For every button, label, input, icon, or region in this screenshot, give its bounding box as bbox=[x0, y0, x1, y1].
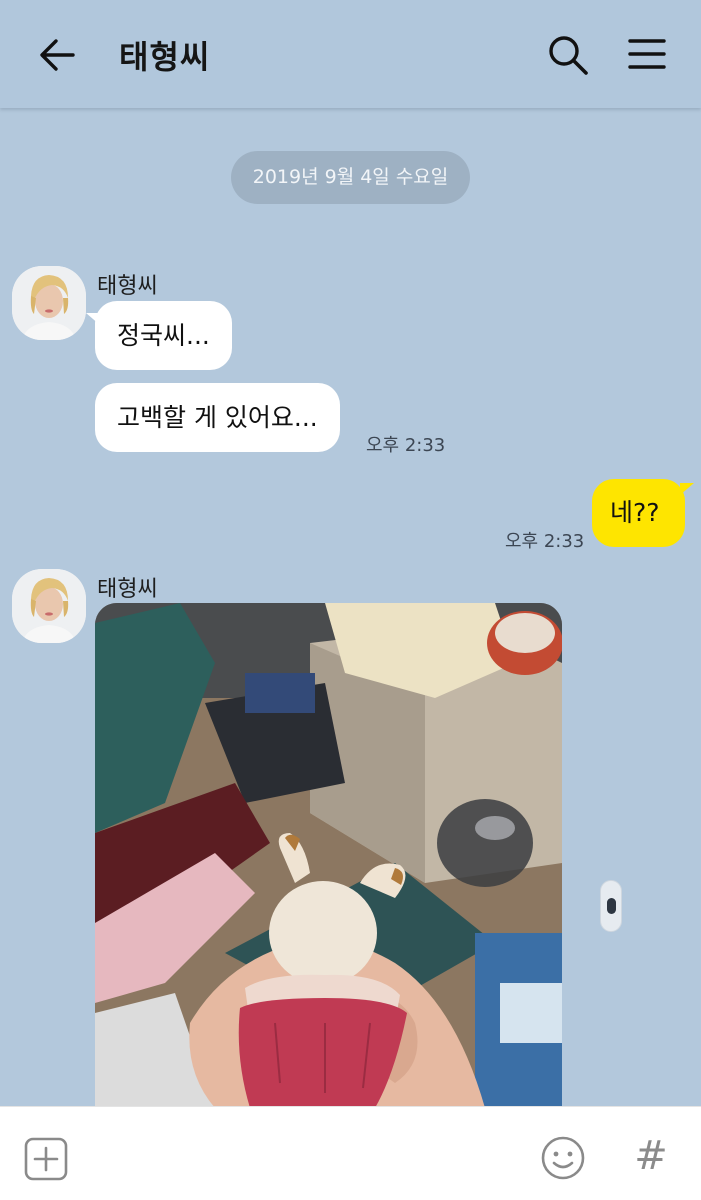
message-time: 오후 2:33 bbox=[505, 531, 585, 552]
arrow-left-icon bbox=[40, 39, 75, 71]
plus-square-icon bbox=[24, 1137, 68, 1181]
avatar[interactable] bbox=[12, 569, 86, 643]
menu-button[interactable] bbox=[622, 30, 672, 80]
chat-title: 태형씨 bbox=[119, 38, 211, 76]
profile-photo bbox=[12, 266, 86, 340]
message-bubble[interactable]: 정국씨... bbox=[86, 301, 232, 370]
hashtag-button[interactable]: # bbox=[628, 1131, 674, 1181]
photo-message[interactable] bbox=[95, 603, 562, 1108]
sender-name: 태형씨 bbox=[97, 577, 158, 602]
message-bubble[interactable]: 고백할 게 있어요... bbox=[95, 383, 340, 452]
hamburger-menu-icon bbox=[628, 39, 666, 69]
photo-content bbox=[95, 603, 562, 1108]
profile-photo bbox=[12, 569, 86, 643]
date-divider: 2019년 9월 4일 수요일 bbox=[231, 151, 470, 204]
attach-button[interactable] bbox=[24, 1137, 68, 1181]
message-input-bar: # bbox=[0, 1106, 701, 1200]
message-text: 정국씨... bbox=[117, 321, 210, 350]
back-button[interactable] bbox=[30, 30, 84, 80]
message-time: 오후 2:33 bbox=[366, 435, 446, 456]
message-text: 네?? bbox=[610, 498, 660, 527]
search-button[interactable] bbox=[543, 30, 593, 80]
emoji-button[interactable] bbox=[540, 1135, 586, 1181]
search-icon bbox=[549, 36, 588, 75]
smiley-icon bbox=[541, 1136, 585, 1180]
avatar[interactable] bbox=[12, 266, 86, 340]
my-message-bubble[interactable]: 네?? bbox=[592, 479, 694, 547]
hash-icon: # bbox=[634, 1133, 668, 1179]
chat-header: 태형씨 bbox=[0, 0, 701, 108]
message-text: 고백할 게 있어요... bbox=[117, 403, 318, 432]
scroll-indicator[interactable] bbox=[600, 880, 622, 932]
sender-name: 태형씨 bbox=[97, 274, 158, 299]
